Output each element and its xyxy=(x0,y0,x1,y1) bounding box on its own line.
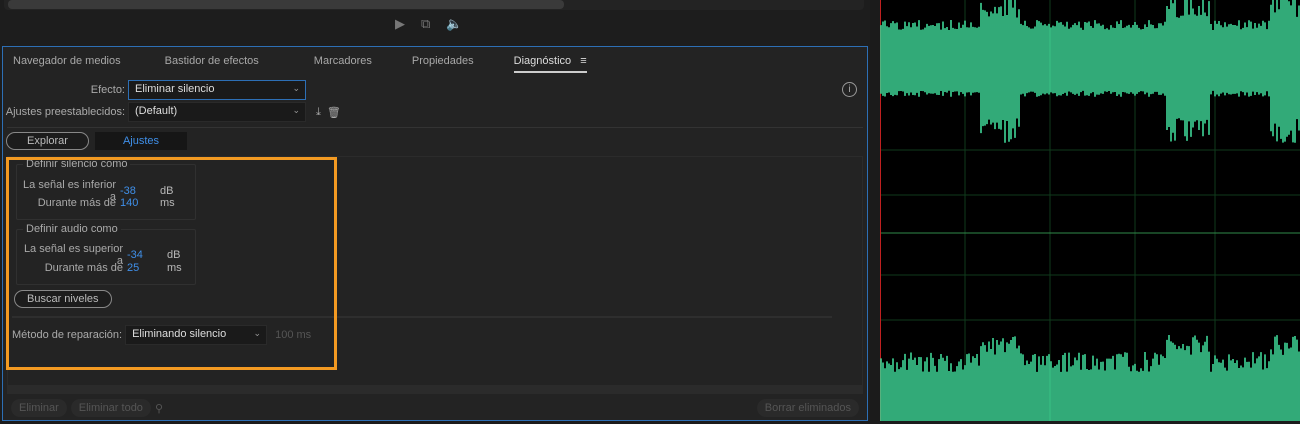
tab-diagnostics[interactable]: Diagnóstico ≡ xyxy=(513,55,587,73)
divider xyxy=(7,127,863,128)
transport-controls: ▶ ⧉ 🔈 xyxy=(395,16,462,32)
export-icon[interactable]: ⧉ xyxy=(421,16,430,32)
menu-icon[interactable]: ≡ xyxy=(580,55,586,67)
effect-label: Efecto: xyxy=(90,84,125,96)
presets-label: Ajustes preestablecidos: xyxy=(5,106,125,118)
volume-icon[interactable]: 🔈 xyxy=(446,16,462,32)
scroll-thumb[interactable] xyxy=(8,0,564,9)
info-icon[interactable]: i xyxy=(842,82,857,97)
clear-removed-button[interactable]: Borrar eliminados xyxy=(756,399,859,417)
panel-tabs: Navegador de medios Bastidor de efectos … xyxy=(13,55,587,73)
tab-effects-rack[interactable]: Bastidor de efectos xyxy=(165,55,259,73)
chevron-down-icon: ⌄ xyxy=(292,105,300,115)
tab-properties[interactable]: Propiedades xyxy=(412,55,474,73)
settings-button[interactable]: Ajustes xyxy=(94,132,188,150)
play-icon[interactable]: ▶ xyxy=(395,16,405,32)
tab-diagnostics-label: Diagnóstico xyxy=(513,55,572,67)
resize-handle[interactable] xyxy=(7,385,863,394)
trash-icon[interactable]: 🗑 xyxy=(327,106,341,119)
download-preset-icon[interactable]: ⤓ xyxy=(316,106,321,119)
waveform-display[interactable] xyxy=(880,0,1300,421)
horizontal-scrollbar[interactable] xyxy=(4,0,864,10)
presets-value: (Default) xyxy=(135,105,178,117)
tab-media-browser[interactable]: Navegador de medios xyxy=(13,55,121,73)
presets-select[interactable]: (Default) ⌄ xyxy=(128,102,306,122)
chevron-down-icon: ⌄ xyxy=(292,83,300,93)
waveform xyxy=(880,0,1300,421)
remove-all-button[interactable]: Eliminar todo xyxy=(70,399,151,417)
left-panel-area: ▶ ⧉ 🔈 Navegador de medios Bastidor de ef… xyxy=(0,0,870,421)
waveform-svg xyxy=(880,0,1300,421)
remove-button[interactable]: Eliminar xyxy=(11,399,67,417)
tab-markers[interactable]: Marcadores xyxy=(314,55,372,73)
search-icon[interactable]: ⚲ xyxy=(155,402,163,415)
effect-value: Eliminar silencio xyxy=(135,83,215,95)
effect-select[interactable]: Eliminar silencio ⌄ xyxy=(128,80,306,100)
highlight-box xyxy=(6,157,337,370)
explore-button[interactable]: Explorar xyxy=(6,132,89,150)
